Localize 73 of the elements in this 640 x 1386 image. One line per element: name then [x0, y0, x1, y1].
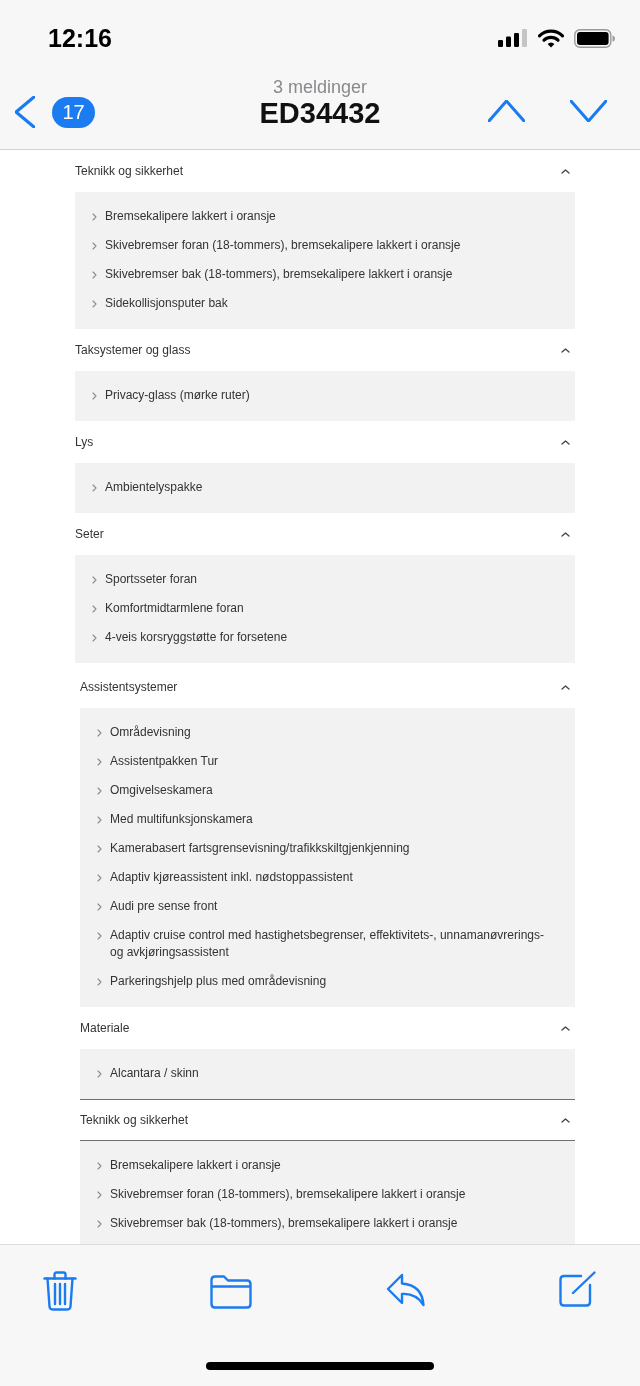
next-message-button[interactable]	[570, 100, 607, 122]
feature-item: Bremsekalipere lakkert i oransje	[110, 1157, 281, 1174]
battery-icon	[574, 28, 615, 48]
back-icon	[15, 96, 35, 128]
chevron-up-icon	[561, 684, 570, 690]
feature-item: 4-veis korsryggstøtte for forsetene	[105, 629, 288, 646]
signal-icon	[498, 29, 528, 47]
chevron-right-icon	[97, 816, 102, 824]
reply-icon	[385, 1273, 426, 1307]
chevron-right-icon	[92, 213, 97, 221]
chevron-right-icon	[97, 758, 102, 766]
chevron-up-icon	[488, 100, 525, 122]
feature-item: Alcantara / skinn	[110, 1065, 199, 1082]
chevron-up-icon	[561, 1117, 570, 1123]
unread-count-badge: 17	[52, 96, 95, 128]
trash-icon	[43, 1271, 77, 1311]
chevron-right-icon	[97, 978, 102, 986]
feature-item: Adaptiv cruise control med hastighetsbegrenser, effektivitets-, unnamanøvrerings- og avkjøringsassistent	[110, 927, 545, 961]
chevron-up-icon	[561, 439, 570, 445]
feature-item: Skivebremser bak (18-tommers), bremsekalipere lakkert i oransje	[110, 1215, 458, 1232]
feature-item: Adaptiv kjøreassistent inkl. nødstoppassistent	[110, 869, 353, 886]
back-button[interactable]: 17	[15, 96, 95, 128]
chevron-right-icon	[92, 634, 97, 642]
chevron-up-icon	[561, 531, 570, 537]
chevron-right-icon	[97, 874, 102, 882]
chevron-up-icon	[561, 347, 570, 353]
chevron-right-icon	[92, 300, 97, 308]
section-header[interactable]: Teknikk og sikkerhet	[80, 1099, 575, 1141]
thread-title: ED34432	[259, 97, 381, 129]
thread-subtitle: 3 meldinger	[272, 77, 368, 97]
wifi-icon	[538, 28, 564, 48]
feature-item: Assistentpakken Tur	[110, 753, 219, 770]
chevron-right-icon	[92, 605, 97, 613]
chevron-right-icon	[92, 271, 97, 279]
chevron-right-icon	[92, 242, 97, 250]
feature-item: Skivebremser bak (18-tommers), bremsekalipere lakkert i oransje	[105, 266, 453, 283]
feature-item: Skivebremser foran (18-tommers), bremsekalipere lakkert i oransje	[110, 1186, 466, 1203]
chevron-right-icon	[97, 1162, 102, 1170]
feature-item: Kamerabasert fartsgrensevisning/trafikkskiltgjenkjenning	[110, 840, 410, 857]
feature-item: Områdevisning	[110, 724, 191, 741]
feature-item: Komfortmidtarmlene foran	[105, 600, 244, 617]
chevron-right-icon	[97, 1191, 102, 1199]
chevron-right-icon	[97, 729, 102, 737]
chevron-right-icon	[97, 1220, 102, 1228]
feature-item: Parkeringshjelp plus med områdevisning	[110, 973, 327, 990]
chevron-up-icon	[561, 1025, 570, 1031]
chevron-right-icon	[92, 576, 97, 584]
compose-button[interactable]	[559, 1271, 597, 1307]
feature-item: Audi pre sense front	[110, 898, 218, 915]
feature-item: Bremsekalipere lakkert i oransje	[105, 208, 276, 225]
feature-item: Sportsseter foran	[105, 571, 198, 588]
compose-icon	[559, 1271, 597, 1307]
chevron-right-icon	[97, 932, 102, 940]
chevron-right-icon	[97, 845, 102, 853]
feature-item: Sidekollisjonsputer bak	[105, 295, 228, 312]
feature-item: Med multifunksjonskamera	[110, 811, 253, 828]
reply-button[interactable]	[385, 1273, 426, 1307]
feature-item: Skivebremser foran (18-tommers), bremsekalipere lakkert i oransje	[105, 237, 461, 254]
previous-message-button[interactable]	[488, 100, 525, 122]
folder-icon	[210, 1275, 253, 1309]
chevron-up-icon	[561, 168, 570, 174]
feature-item: Omgivelseskamera	[110, 782, 213, 799]
chevron-right-icon	[97, 787, 102, 795]
chevron-right-icon	[92, 392, 97, 400]
chevron-right-icon	[97, 903, 102, 911]
chevron-right-icon	[92, 484, 97, 492]
feature-item: Ambientelyspakke	[105, 479, 203, 496]
chevron-down-icon	[570, 100, 607, 122]
move-to-folder-button[interactable]	[210, 1275, 253, 1309]
status-time: 12:16	[48, 23, 112, 54]
delete-button[interactable]	[43, 1271, 77, 1311]
feature-item: Privacy-glass (mørke ruter)	[105, 387, 250, 404]
chevron-right-icon	[97, 1070, 102, 1078]
